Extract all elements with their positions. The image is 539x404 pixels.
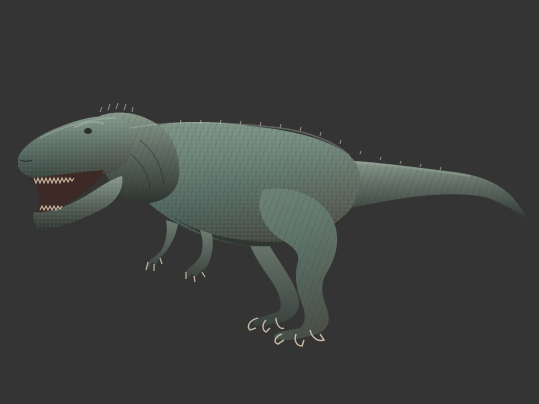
eye [84, 128, 92, 134]
far-arm [185, 230, 213, 283]
near-arm [145, 220, 178, 271]
tail [340, 160, 530, 221]
far-hind-leg [247, 232, 300, 333]
render-viewport [0, 0, 539, 404]
dinosaur-render [18, 102, 530, 347]
